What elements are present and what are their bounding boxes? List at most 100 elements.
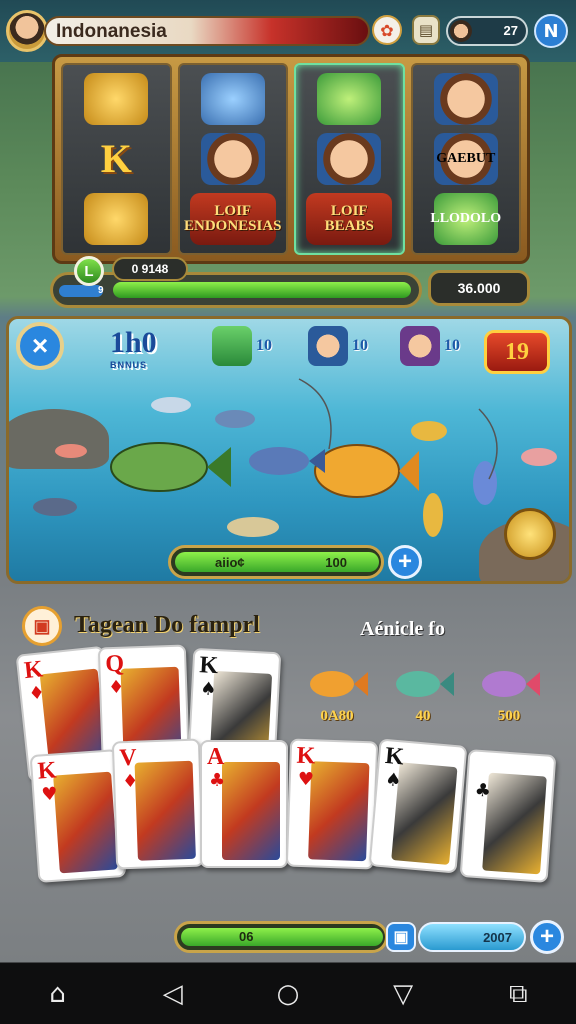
catch-right-value: 100 — [325, 555, 347, 570]
score-pill: 2007 — [418, 922, 526, 952]
card-suit-icon: ♦ — [121, 770, 139, 793]
fish-small-6[interactable] — [411, 421, 447, 441]
card-suit-icon: ♠ — [384, 769, 403, 792]
reel-4-symbol-1 — [433, 73, 498, 125]
fish-large-green[interactable] — [110, 442, 231, 492]
card-artwork — [222, 762, 280, 860]
recents-icon[interactable]: ▽ — [381, 972, 425, 1016]
bonus-item-1[interactable]: 10 — [212, 326, 272, 366]
game-title: Indonanesia — [56, 21, 167, 42]
fish-blue[interactable] — [249, 447, 325, 475]
back-icon[interactable]: ◁ — [151, 972, 195, 1016]
bonus-item-2[interactable]: 10 — [308, 326, 368, 366]
reel-2: LOIF ENDONESIAS — [177, 63, 288, 255]
fish-reward-2-value: 40 — [415, 708, 431, 724]
fish-small-3[interactable] — [55, 444, 87, 458]
reel-2-symbol-1 — [200, 73, 265, 125]
reel-3: LOIF BEABS — [294, 63, 405, 255]
card-section-title: Tagean Do famprl — [74, 612, 260, 638]
card-suit-icon: ♥ — [297, 768, 315, 791]
close-button[interactable]: × — [16, 322, 64, 370]
gift-icon[interactable]: ✿ — [372, 15, 402, 45]
catch-plus-button[interactable]: + — [388, 545, 422, 579]
bonus-2-value: 10 — [352, 337, 368, 354]
card-suit-icon: ♠ — [199, 678, 217, 701]
card-suit-icon: ♥ — [40, 783, 59, 806]
edit-icon[interactable]: ⧉ — [496, 972, 540, 1016]
status-progress-fill — [113, 282, 411, 298]
lock-icon[interactable]: ▤ — [412, 15, 440, 45]
card-artwork — [482, 772, 547, 875]
bonus-2-icon — [308, 326, 348, 366]
bottom-row-card-4[interactable]: K ♥ — [285, 738, 379, 870]
score-plus-button[interactable]: + — [530, 920, 564, 954]
score-value: 2007 — [483, 930, 512, 945]
level-value: 0 9148 — [112, 257, 188, 281]
bottom-progress-fill — [181, 928, 383, 946]
system-nav-bar: ⌂ ◁ ○ ▽ ⧉ — [0, 964, 576, 1024]
fish-small-1[interactable] — [151, 397, 191, 413]
purple-fish-icon — [482, 671, 540, 697]
profile-value: 27 — [503, 23, 518, 38]
bottom-row-card-5[interactable]: K ♠ — [368, 738, 468, 874]
fish-gold[interactable] — [314, 444, 419, 498]
card-suit-icon: ♣ — [473, 779, 492, 802]
save-icon[interactable]: ▣ — [386, 922, 416, 952]
green-fish-icon — [396, 671, 454, 697]
level-badge[interactable]: L — [74, 256, 104, 286]
bottom-row-card-3[interactable]: A ♣ — [200, 740, 288, 868]
reel-2-symbol-2 — [200, 133, 265, 185]
fish-reward-1-value: 0A80 — [320, 708, 354, 724]
profile-pill[interactable]: 27 — [446, 16, 528, 46]
bonus-3-icon — [400, 326, 440, 366]
card-section-icon[interactable]: ▣ — [22, 606, 62, 646]
catch-progress-fill — [175, 552, 379, 572]
reel-3-symbol-2 — [317, 133, 382, 185]
home-icon[interactable]: ⌂ — [36, 972, 80, 1016]
fish-reward-1[interactable]: 0A80 — [302, 664, 372, 725]
fish-rewards-title: Aénicle fo — [360, 618, 445, 640]
reel-1-symbol-2: K — [100, 136, 132, 181]
card-rank: A — [207, 744, 225, 770]
reel-1-symbol-3 — [84, 193, 149, 245]
card-rank: K — [198, 652, 219, 680]
reel-4-symbol-3: LLODOLO — [430, 193, 501, 245]
fish-small-5[interactable] — [227, 517, 279, 537]
card-artwork — [308, 761, 370, 862]
bottom-row-card-2[interactable]: V ♦ — [111, 738, 205, 870]
fish-reward-3[interactable]: 500 — [474, 664, 544, 725]
card-suit-icon: ♣ — [209, 770, 226, 791]
reel-1-symbol-1 — [84, 73, 149, 125]
card-rank: K — [22, 656, 45, 685]
status-blue-segment — [59, 285, 103, 297]
card-rank: K — [384, 743, 405, 771]
reel-1: K — [61, 63, 172, 255]
red-multiplier-badge[interactable]: 19 — [484, 330, 550, 374]
bonus-item-3[interactable]: 10 — [400, 326, 460, 366]
game-screen: Indonanesia ✿ ▤ 27 N K LOIF ENDONESIAS LOI… — [0, 0, 576, 1024]
reel-3-symbol-1 — [317, 73, 382, 125]
bottom-row-card-6[interactable]: ♣ — [459, 749, 557, 883]
mini-avatar — [450, 20, 472, 42]
n-icon[interactable]: N — [534, 14, 568, 48]
title-pill: Indonanesia — [44, 16, 370, 46]
reels: K LOIF ENDONESIAS LOIF BEABS GAEBUT LLODOLO — [61, 63, 521, 255]
bottom-progress-bar: 06 — [174, 921, 388, 953]
card-rank: V — [118, 744, 138, 772]
bottom-bar-value: 06 — [239, 929, 254, 944]
slot-machine: K LOIF ENDONESIAS LOIF BEABS GAEBUT LLODOLO — [52, 54, 530, 264]
orange-fish-icon — [310, 671, 368, 697]
coin-icon[interactable] — [504, 508, 556, 560]
fish-reward-3-value: 500 — [497, 708, 521, 724]
card-rank: Q — [104, 650, 125, 678]
slot-status-bar: 9 — [50, 272, 422, 308]
card-rank: K — [296, 742, 316, 770]
fish-small-2[interactable] — [215, 410, 255, 428]
fish-small-8[interactable] — [423, 493, 443, 537]
fish-small-9[interactable] — [521, 448, 557, 466]
circle-home-icon[interactable]: ○ — [266, 972, 310, 1016]
fish-reward-2[interactable]: 40 — [388, 664, 458, 725]
catch-left-value: aiio¢ — [215, 555, 245, 570]
fish-small-4[interactable] — [33, 498, 77, 516]
player-avatar[interactable] — [6, 10, 48, 52]
